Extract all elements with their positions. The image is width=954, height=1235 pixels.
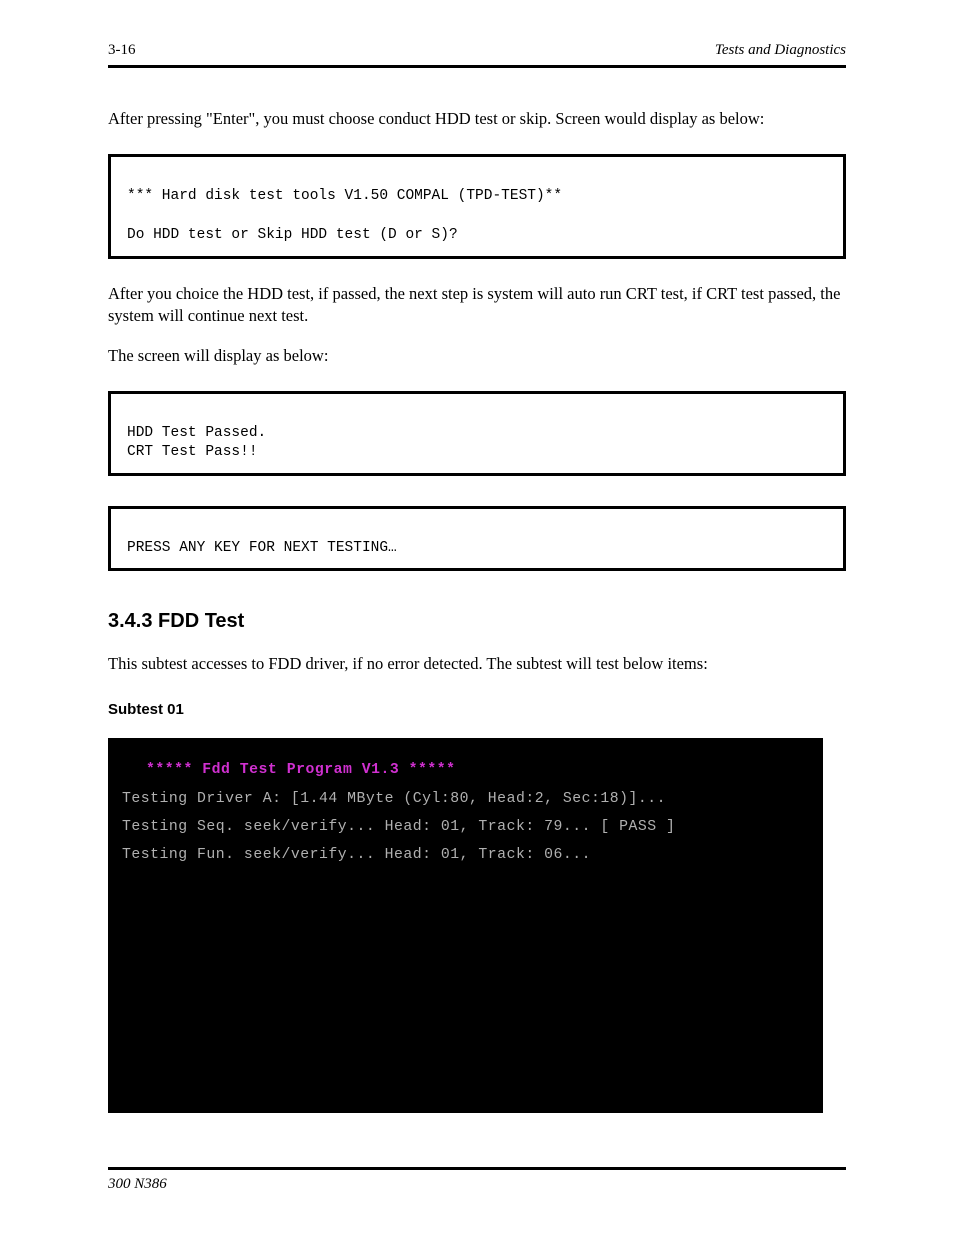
box3-text: PRESS ANY KEY FOR NEXT TESTING… — [127, 540, 397, 556]
footer-model: 300 N386 — [108, 1174, 846, 1195]
box1-line2: Do HDD test or Skip HDD test (D or S)? — [127, 227, 458, 243]
after-box1-p1: After you choice the HDD test, if passed… — [108, 283, 846, 328]
terminal-line3: Testing Fun. seek/verify... Head: 01, Tr… — [122, 841, 809, 869]
terminal-screenshot: ***** Fdd Test Program V1.3 ***** Testin… — [108, 738, 823, 1113]
page-number: 3-16 — [108, 40, 136, 61]
chapter-title: Tests and Diagnostics — [715, 40, 846, 61]
box2-line2: CRT Test Pass!! — [127, 444, 258, 460]
footer-rule — [108, 1167, 846, 1170]
subtest-label: Subtest 01 — [108, 699, 846, 720]
after-box1-p2: The screen will display as below: — [108, 345, 846, 367]
terminal-line1: Testing Driver A: [1.44 MByte (Cyl:80, H… — [122, 785, 809, 813]
box2-line1: HDD Test Passed. — [127, 425, 266, 441]
section-title: 3.4.3 FDD Test — [108, 607, 846, 635]
terminal-title: ***** Fdd Test Program V1.3 ***** — [146, 756, 809, 784]
message-box-press-any-key: PRESS ANY KEY FOR NEXT TESTING… — [108, 506, 846, 571]
intro-text: After pressing "Enter", you must choose … — [108, 108, 846, 130]
message-box-test-pass: HDD Test Passed. CRT Test Pass!! — [108, 391, 846, 476]
fdd-paragraph: This subtest accesses to FDD driver, if … — [108, 653, 846, 675]
box1-line1: *** Hard disk test tools V1.50 COMPAL (T… — [127, 188, 562, 204]
message-box-hdd-prompt: *** Hard disk test tools V1.50 COMPAL (T… — [108, 154, 846, 258]
terminal-line2: Testing Seq. seek/verify... Head: 01, Tr… — [122, 813, 809, 841]
